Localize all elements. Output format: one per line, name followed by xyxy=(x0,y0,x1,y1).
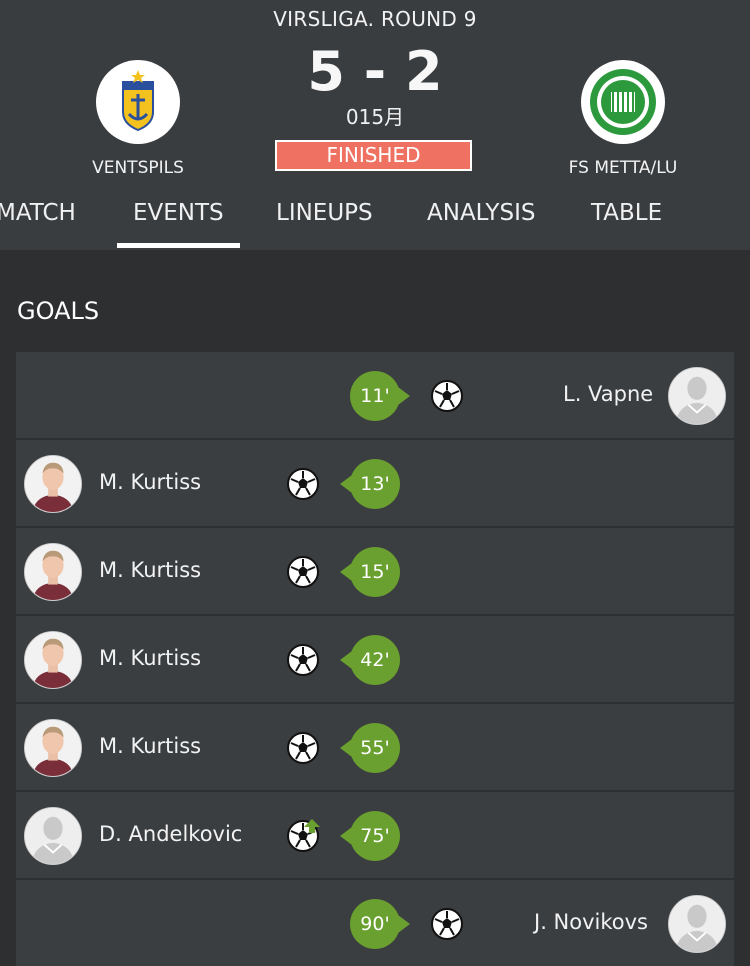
badge-pointer xyxy=(340,563,352,581)
goal-minute: 42' xyxy=(360,649,390,671)
badge-pointer xyxy=(340,827,352,845)
status-badge: FINISHED xyxy=(275,140,472,171)
metta-crest-icon xyxy=(590,69,656,135)
soccer-ball-icon xyxy=(431,908,463,940)
player-name: M. Kurtiss xyxy=(99,558,202,582)
player-photo-icon xyxy=(25,456,81,512)
goal-row[interactable]: M. Kurtiss 42' xyxy=(16,616,734,702)
player-avatar[interactable] xyxy=(668,895,726,953)
player-avatar[interactable] xyxy=(24,455,82,513)
goal-row[interactable]: 11' L. Vapne xyxy=(16,352,734,438)
soccer-ball-icon xyxy=(287,732,319,764)
player-name: M. Kurtiss xyxy=(99,734,202,758)
goal-row[interactable]: M. Kurtiss 15' xyxy=(16,528,734,614)
player-name: M. Kurtiss xyxy=(99,470,202,494)
player-avatar[interactable] xyxy=(24,719,82,777)
round-title: VIRSLIGA. ROUND 9 xyxy=(273,7,477,31)
player-avatar[interactable] xyxy=(24,807,82,865)
minute-badge: 90' xyxy=(350,899,410,949)
soccer-ball-icon xyxy=(287,644,319,676)
soccer-ball-icon xyxy=(431,380,463,412)
minute-badge: 13' xyxy=(340,459,400,509)
minute-badge: 42' xyxy=(340,635,400,685)
minute-badge: 75' xyxy=(340,811,400,861)
player-name: J. Novikovs xyxy=(534,910,648,934)
away-team-name: FS METTA/LU xyxy=(568,158,678,178)
silhouette-avatar-icon xyxy=(25,808,81,864)
player-avatar[interactable] xyxy=(24,543,82,601)
silhouette-avatar-icon xyxy=(669,896,725,952)
goal-minute: 15' xyxy=(360,561,390,583)
active-tab-indicator xyxy=(117,243,240,248)
tab-analysis[interactable]: ANALYSIS xyxy=(427,200,535,226)
player-photo-icon xyxy=(25,632,81,688)
badge-pointer xyxy=(340,475,352,493)
silhouette-avatar-icon xyxy=(669,368,725,424)
goal-minute: 90' xyxy=(360,913,390,935)
badge-pointer xyxy=(398,387,410,405)
goal-minute: 75' xyxy=(360,825,390,847)
badge-pointer xyxy=(340,739,352,757)
goals-section-title: GOALS xyxy=(17,297,100,325)
goal-row[interactable]: M. Kurtiss 55' xyxy=(16,704,734,790)
tab-match[interactable]: MATCH xyxy=(0,200,76,226)
soccer-ball-icon xyxy=(287,556,319,588)
player-name: L. Vapne xyxy=(563,382,654,406)
badge-pointer xyxy=(340,651,352,669)
minute-badge: 11' xyxy=(350,371,410,421)
goal-row[interactable]: D. Andelkovic 75' xyxy=(16,792,734,878)
player-name: M. Kurtiss xyxy=(99,646,202,670)
home-team-name: VENTSPILS xyxy=(92,158,184,178)
player-avatar[interactable] xyxy=(668,367,726,425)
minute-badge: 15' xyxy=(340,547,400,597)
own-goal-ball-icon xyxy=(287,819,320,852)
match-header: VIRSLIGA. ROUND 9 VENTSPILS 5 - 2 015月 F… xyxy=(0,0,750,250)
player-photo-icon xyxy=(25,720,81,776)
tab-table[interactable]: TABLE xyxy=(591,200,662,226)
soccer-ball-icon xyxy=(287,468,319,500)
player-name: D. Andelkovic xyxy=(99,822,243,846)
goal-minute: 11' xyxy=(360,385,390,407)
goal-row[interactable]: M. Kurtiss 13' xyxy=(16,440,734,526)
goal-minute: 13' xyxy=(360,473,390,495)
tab-events[interactable]: EVENTS xyxy=(133,200,224,226)
badge-pointer xyxy=(398,915,410,933)
goal-minute: 55' xyxy=(360,737,390,759)
goal-row[interactable]: 90' J. Novikovs xyxy=(16,880,734,966)
tab-lineups[interactable]: LINEUPS xyxy=(276,200,373,226)
minute-badge: 55' xyxy=(340,723,400,773)
player-photo-icon xyxy=(25,544,81,600)
away-team-logo[interactable] xyxy=(581,60,665,144)
player-avatar[interactable] xyxy=(24,631,82,689)
